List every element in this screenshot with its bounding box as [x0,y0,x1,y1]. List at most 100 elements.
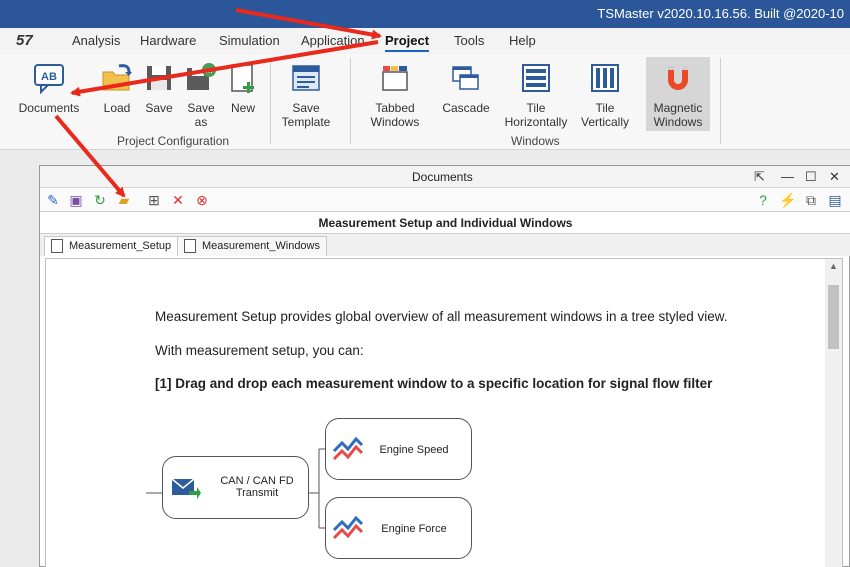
svg-text:...: ... [205,65,213,75]
tabbed-windows-label-2: Windows [370,115,420,129]
minimize-icon[interactable]: — [781,169,794,184]
save-as-label-1: Save [187,101,215,115]
magnetic-windows-label-2: Windows [653,115,703,129]
save-label: Save [145,101,173,115]
app-logo: 57 [16,32,33,49]
node-label-line: CAN / CAN FD [220,475,294,487]
export-icon[interactable]: ▤ [827,192,843,208]
save-icon [147,66,171,90]
tabbed-windows-button[interactable]: Tabbed Windows [364,62,426,129]
edit-icon[interactable]: ✎ [45,192,61,208]
graph-icon [332,515,364,540]
new-button[interactable]: New [226,62,260,115]
menu-application[interactable]: Application [301,33,365,48]
close-icon[interactable]: ✕ [829,169,840,185]
node-label: CAN / CAN FD Transmit [209,475,305,499]
vertical-scrollbar[interactable]: ▲ [825,259,842,567]
load-button[interactable]: Load [100,62,134,115]
svg-text:AB: AB [41,71,57,83]
save-template-button[interactable]: Save Template [278,62,334,129]
title-bar: TSMaster v2020.10.16.56. Built @2020-10 [0,0,850,28]
menu-simulation[interactable]: Simulation [219,33,280,48]
content-paragraph: With measurement setup, you can: [155,343,364,358]
close-document-icon[interactable]: ⊗ [194,192,210,208]
menu-bar: 57 Analysis Hardware Simulation Applicat… [0,28,850,54]
tab-label: Measurement_Setup [69,240,172,252]
menu-help[interactable]: Help [509,33,536,48]
new-file-icon [231,64,254,93]
ribbon-separator [720,58,721,144]
save-template-label-1: Save [292,101,320,115]
menu-analysis[interactable]: Analysis [72,33,120,48]
save-document-icon[interactable]: ▣ [68,192,84,208]
menu-project[interactable]: Project [385,33,430,52]
tile-vertically-button[interactable]: Tile Vertically [576,62,634,129]
engine-speed-node[interactable]: Engine Speed [325,418,472,480]
cascade-button[interactable]: Cascade [440,62,492,115]
save-as-icon: ... [187,63,216,90]
node-label: Engine Force [381,523,447,535]
tile-horizontally-label-2: Horizontally [504,115,568,129]
documents-button[interactable]: AB Documents [14,62,84,115]
document-heading: Measurement Setup and Individual Windows [40,212,850,234]
tile-horizontally-label-1: Tile [526,101,546,115]
window-title: TSMaster v2020.10.16.56. Built @2020-10 [597,6,844,21]
node-label: Engine Speed [379,444,449,456]
menu-hardware[interactable]: Hardware [140,33,196,48]
pin-icon[interactable]: ⇱ [754,169,765,185]
tab-label: Measurement_Windows [202,240,320,252]
documents-label: Documents [18,101,80,115]
group-label-project-configuration: Project Configuration [117,134,230,148]
lightning-icon[interactable]: ⚡ [779,192,796,208]
tile-vertically-label-1: Tile [595,101,615,115]
document-tabs: Measurement_Setup Measurement_Windows [40,234,850,256]
documents-title-bar: Documents ⇱ — ☐ ✕ [40,166,850,188]
save-template-label-2: Template [281,115,331,129]
help-icon[interactable]: ? [755,192,771,208]
graph-icon [332,436,364,461]
document-icon [51,239,63,253]
tab-measurement-windows[interactable]: Measurement_Windows [177,236,327,256]
refresh-icon[interactable]: ↻ [92,192,108,208]
tile-horizontally-button[interactable]: Tile Horizontally [500,62,572,129]
document-icon [184,239,196,253]
remove-window-icon[interactable]: ⧉ [803,192,819,208]
content-paragraph: Measurement Setup provides global overvi… [155,309,728,324]
cascade-icon [452,66,479,90]
scroll-up-icon[interactable]: ▲ [825,261,842,271]
new-label: New [230,101,255,115]
open-folder-icon[interactable]: ▰ [116,192,132,208]
ribbon-separator [270,58,271,144]
can-transmit-node[interactable]: CAN / CAN FD Transmit [162,456,309,519]
node-label-line: Transmit [235,487,279,499]
documents-icon: AB [34,64,64,95]
maximize-icon[interactable]: ☐ [805,169,817,185]
ribbon: AB Documents Load Save ... Save as New P… [0,54,850,150]
save-button[interactable]: Save [142,62,176,115]
documents-window: Documents ⇱ — ☐ ✕ ✎ ▣ ↻ ▰ ⊞ ✕ ⊗ ? ⚡ ⧉ ▤ … [39,165,850,567]
message-icon [171,478,201,499]
save-as-label-2: as [194,115,208,129]
group-label-windows: Windows [511,134,560,148]
content-bold-heading: [1] Drag and drop each measurement windo… [155,376,713,391]
magnetic-windows-label-1: Magnetic [653,101,703,115]
document-content[interactable]: Measurement Setup provides global overvi… [45,258,843,567]
tabbed-windows-label-1: Tabbed [375,101,415,115]
scrollbar-thumb[interactable] [828,285,839,349]
engine-force-node[interactable]: Engine Force [325,497,472,559]
magnetic-windows-button[interactable]: Magnetic Windows [646,57,710,131]
documents-window-title: Documents [412,170,473,184]
cascade-label: Cascade [442,101,490,115]
tile-vertically-label-2: Vertically [580,115,630,129]
documents-toolbar: ✎ ▣ ↻ ▰ ⊞ ✕ ⊗ ? ⚡ ⧉ ▤ [40,188,850,212]
menu-tools[interactable]: Tools [454,33,484,48]
delete-icon[interactable]: ✕ [170,192,186,208]
save-as-button[interactable]: ... Save as [184,62,218,129]
tile-horizontally-icon [522,64,550,92]
add-document-icon[interactable]: ⊞ [146,192,162,208]
template-icon [292,65,320,91]
tab-measurement-setup[interactable]: Measurement_Setup [44,236,179,256]
ribbon-separator [350,58,351,144]
folder-open-icon [102,64,132,91]
tile-vertically-icon [591,64,619,92]
